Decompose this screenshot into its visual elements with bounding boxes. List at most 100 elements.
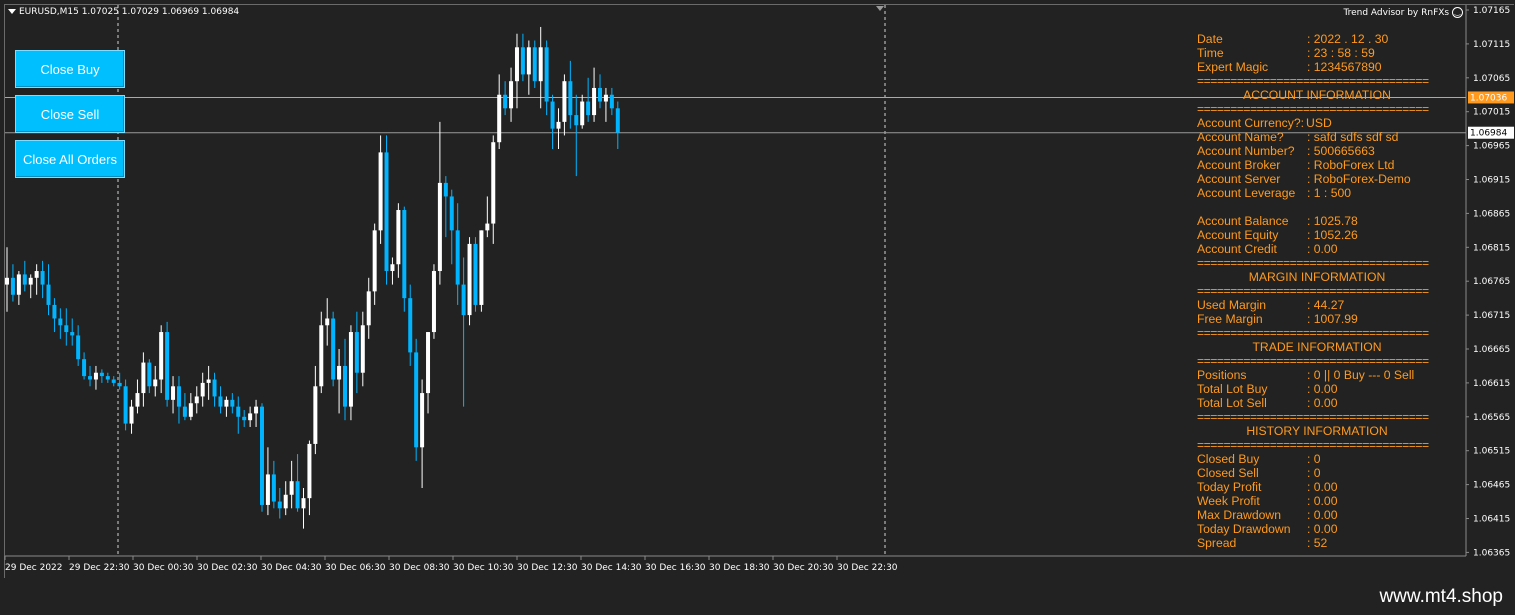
candle bbox=[82, 352, 87, 380]
candle-body bbox=[64, 325, 69, 333]
account-section-header: ACCOUNT INFORMATION bbox=[1243, 88, 1391, 102]
candle-body bbox=[408, 298, 413, 353]
watermark: www.mt4.shop bbox=[1379, 586, 1503, 607]
candle-body bbox=[88, 376, 93, 380]
candle-body bbox=[337, 365, 342, 380]
price-tick-label: 1.06865 bbox=[1473, 209, 1510, 219]
candle-body bbox=[242, 416, 247, 421]
candle-body bbox=[396, 210, 401, 265]
candle-body bbox=[182, 406, 187, 417]
candle-body bbox=[467, 243, 472, 316]
info-row-date: Date: 2022 . 12 . 30 bbox=[1197, 32, 1389, 46]
candle bbox=[544, 40, 549, 116]
candle bbox=[307, 440, 312, 516]
candle-body bbox=[615, 108, 620, 133]
candle-body bbox=[230, 399, 235, 407]
candle bbox=[93, 365, 98, 390]
candle bbox=[254, 399, 259, 427]
candle bbox=[337, 349, 342, 414]
candle-body bbox=[331, 318, 336, 380]
candle-body bbox=[248, 413, 253, 421]
candle-body bbox=[449, 196, 454, 231]
separator: =================================== bbox=[1197, 284, 1429, 298]
candle-body bbox=[200, 382, 205, 397]
smiley-icon: ‿ bbox=[1452, 7, 1463, 18]
info-row-week-profit: Week Profit: 0.00 bbox=[1197, 494, 1338, 508]
candle-body bbox=[574, 115, 579, 126]
candle bbox=[236, 396, 241, 434]
time-tick-label: 30 Dec 06:30 bbox=[325, 563, 386, 573]
candle-body bbox=[473, 243, 478, 305]
candle bbox=[580, 94, 585, 129]
time-tick-label: 30 Dec 10:30 bbox=[453, 563, 514, 573]
candle-body bbox=[289, 481, 294, 495]
candle bbox=[289, 460, 294, 509]
svg-text:1.07036: 1.07036 bbox=[1470, 93, 1507, 103]
candle-body bbox=[283, 494, 288, 509]
status-area bbox=[0, 578, 1515, 615]
info-row-balance: Account Balance: 1025.78 bbox=[1197, 214, 1358, 228]
candle-body bbox=[58, 318, 63, 326]
candle-body bbox=[307, 443, 312, 499]
candle bbox=[503, 81, 508, 116]
candle-body bbox=[426, 332, 431, 394]
candle-body bbox=[147, 362, 152, 387]
candle-body bbox=[218, 396, 223, 407]
candle-body bbox=[550, 101, 555, 129]
candle-body bbox=[135, 393, 140, 407]
candle bbox=[259, 403, 264, 512]
candle bbox=[431, 264, 436, 339]
candle-body bbox=[319, 325, 324, 387]
chart-shift-icon[interactable] bbox=[876, 6, 884, 11]
close-sell-button[interactable]: Close Sell bbox=[15, 95, 125, 133]
candle-body bbox=[556, 121, 561, 129]
current-price-tag: 1.06984 bbox=[1468, 126, 1514, 139]
candle bbox=[325, 298, 330, 346]
candle-body bbox=[580, 101, 585, 126]
candle-body bbox=[301, 498, 306, 509]
candle-body bbox=[538, 47, 543, 82]
info-row-magic: Expert Magic: 1234567890 bbox=[1197, 60, 1382, 74]
candle-body bbox=[431, 271, 436, 333]
candle bbox=[10, 264, 15, 302]
candle-body bbox=[176, 386, 181, 407]
close-buy-button[interactable]: Close Buy bbox=[15, 50, 125, 88]
candle bbox=[408, 284, 413, 366]
candle bbox=[402, 206, 407, 312]
candle-body bbox=[141, 362, 146, 394]
candle-body bbox=[194, 396, 199, 404]
candle-body bbox=[497, 94, 502, 143]
info-row-name: Account Name?: safd sdfs sdf sd bbox=[1197, 130, 1399, 144]
candle-body bbox=[402, 210, 407, 299]
candle-body bbox=[52, 304, 57, 319]
candle bbox=[70, 318, 75, 346]
candle bbox=[34, 264, 39, 295]
separator: =================================== bbox=[1197, 102, 1429, 116]
candle bbox=[212, 372, 217, 407]
candle-body bbox=[603, 94, 608, 102]
candle bbox=[277, 487, 282, 519]
candle-body bbox=[479, 230, 484, 305]
dropdown-triangle-icon[interactable] bbox=[8, 9, 16, 14]
candle bbox=[331, 311, 336, 387]
account-info-panel: Date: 2022 . 12 . 30 Time: 23 : 58 : 59 … bbox=[1197, 32, 1457, 550]
candle bbox=[22, 260, 27, 292]
price-tick-label: 1.07115 bbox=[1473, 40, 1510, 50]
candle bbox=[414, 338, 419, 461]
close-all-orders-button[interactable]: Close All Orders bbox=[15, 140, 125, 178]
candle-body bbox=[105, 376, 110, 380]
info-row-lot-buy: Total Lot Buy: 0.00 bbox=[1197, 382, 1338, 396]
candle-body bbox=[22, 274, 27, 285]
candle bbox=[443, 176, 448, 238]
candle-body bbox=[485, 223, 490, 231]
candle-body bbox=[159, 332, 164, 380]
price-tick-label: 1.06965 bbox=[1473, 142, 1510, 152]
candle-body bbox=[224, 399, 229, 407]
candle bbox=[16, 271, 21, 305]
info-row-equity: Account Equity: 1052.26 bbox=[1197, 228, 1358, 242]
candle bbox=[497, 74, 502, 149]
info-row-server: Account Server: RoboForex-Demo bbox=[1197, 172, 1411, 186]
candle-body bbox=[354, 332, 359, 373]
candle bbox=[200, 372, 205, 407]
info-row-lot-sell: Total Lot Sell: 0.00 bbox=[1197, 396, 1338, 410]
